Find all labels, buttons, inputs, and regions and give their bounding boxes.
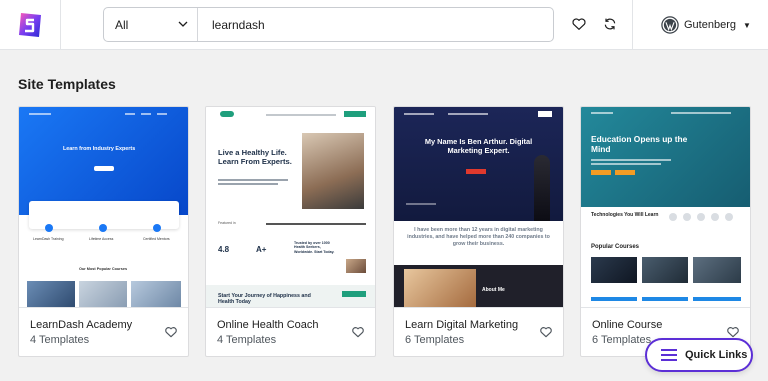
template-hero-text: Education Opens up the Mind [591, 134, 688, 154]
stat-value: A+ [256, 245, 267, 254]
template-section-text: Our Most Popular Courses [79, 267, 128, 271]
template-body-text: I have been more than 12 years in digita… [407, 227, 550, 247]
template-count: 4 Templates [30, 334, 90, 346]
template-title: LearnDash Academy [30, 319, 133, 331]
stat-value: 4.8 [218, 245, 230, 254]
heart-icon [572, 18, 586, 30]
featured-label: Featured in [218, 221, 236, 225]
category-select-value: All [115, 17, 129, 32]
favorite-heart-icon[interactable] [164, 325, 178, 339]
favorite-heart-icon[interactable] [351, 325, 365, 339]
chevron-down-icon [178, 21, 188, 27]
page-builder-label: Gutenberg [684, 19, 736, 31]
quick-links-button[interactable]: Quick Links [645, 338, 753, 372]
feature-label: Lifetime Access [89, 237, 114, 241]
template-hero-text: Live a Healthy Life. Learn From Experts. [218, 148, 292, 166]
menu-icon [661, 349, 677, 361]
template-hero-text: Learn from Industry Experts [63, 146, 136, 152]
template-card-online-course[interactable]: Education Opens up the Mind Technologies… [580, 106, 751, 357]
template-count: 4 Templates [217, 334, 277, 346]
template-thumbnail: Learn from Industry Experts LearnDash Tr… [19, 107, 188, 308]
template-hero-text: My Name Is Ben Arthur. Digital Marketing… [424, 137, 533, 155]
template-count: 6 Templates [592, 334, 652, 346]
template-title: Learn Digital Marketing [405, 319, 519, 331]
page-builder-select[interactable]: Gutenberg ▼ [632, 0, 768, 50]
template-thumbnail: Live a Healthy Life. Learn From Experts.… [206, 107, 375, 308]
template-card-learndash-academy[interactable]: Learn from Industry Experts LearnDash Tr… [18, 106, 189, 357]
template-title: Online Course [592, 319, 663, 331]
starter-templates-logo-icon [19, 13, 41, 37]
template-bottom-text: Start Your Journey of Happiness and Heal… [218, 293, 311, 305]
template-side-text: Trusted by over 1000 Health Seekers, Wor… [294, 241, 335, 254]
sync-button[interactable] [599, 13, 621, 35]
template-card-online-health-coach[interactable]: Live a Healthy Life. Learn From Experts.… [205, 106, 376, 357]
template-popular-text: Popular Courses [591, 244, 640, 250]
feature-label: LearnDash Training [33, 237, 64, 241]
section-title: Site Templates [18, 76, 116, 92]
favorite-heart-icon[interactable] [726, 325, 740, 339]
template-thumbnail: My Name Is Ben Arthur. Digital Marketing… [394, 107, 563, 308]
template-thumbnail: Education Opens up the Mind Technologies… [581, 107, 750, 308]
wordpress-icon [661, 16, 679, 34]
template-title: Online Health Coach [217, 319, 319, 331]
template-count: 6 Templates [405, 334, 465, 346]
favorites-button[interactable] [568, 13, 590, 35]
category-select[interactable]: All [104, 8, 198, 41]
caret-down-icon: ▼ [742, 20, 751, 30]
template-tech-text: Technologies You Will Learn [591, 212, 659, 218]
feature-label: Certified Mentors [143, 237, 170, 241]
search-input[interactable]: learndash [212, 8, 265, 41]
sync-icon [604, 18, 616, 30]
favorite-heart-icon[interactable] [539, 325, 553, 339]
template-card-learn-digital-marketing[interactable]: My Name Is Ben Arthur. Digital Marketing… [393, 106, 564, 357]
template-about-text: About Me [482, 287, 505, 293]
logo[interactable] [0, 0, 61, 50]
quick-links-label: Quick Links [685, 349, 748, 361]
top-bar: All learndash Gutenberg ▼ [0, 0, 768, 50]
search-bar: All learndash [103, 7, 554, 42]
